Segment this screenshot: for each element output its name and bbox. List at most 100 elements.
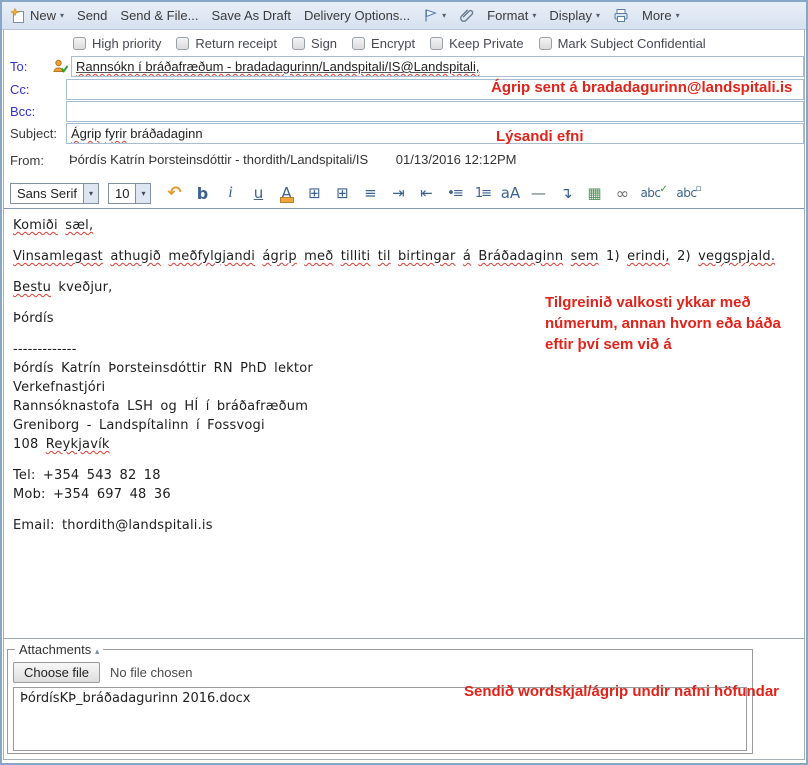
- send-button-label: Send: [77, 8, 107, 23]
- body-line: [13, 454, 795, 466]
- bcc-row: Bcc:: [4, 101, 804, 123]
- body-line: Greniborg - Landspítalinn í Fossvogi: [13, 416, 795, 435]
- more-menu-label: More: [642, 8, 672, 23]
- subject-row: Subject: Ágrip fyrir bráðadaginn: [4, 123, 804, 145]
- from-value: Þórdís Katrín Þorsteinsdóttir - thordith…: [69, 152, 368, 167]
- chevron-down-icon[interactable]: ▾: [442, 11, 446, 20]
- option-sign[interactable]: Sign: [292, 36, 337, 51]
- delivery-options-row: High priority Return receipt Sign Encryp…: [4, 30, 804, 56]
- option-mark-subject-confidential[interactable]: Mark Subject Confidential: [539, 36, 706, 51]
- cc-input[interactable]: [66, 79, 804, 100]
- body-line: Komiði sæl,: [13, 216, 795, 235]
- body-line: 108 Reykjavík: [13, 435, 795, 454]
- font-family-select[interactable]: Sans Serif ▾: [10, 183, 99, 204]
- checkbox-label: Return receipt: [195, 36, 277, 51]
- option-return-receipt[interactable]: Return receipt: [176, 36, 277, 51]
- to-input[interactable]: Rannsókn í bráðafræðum - bradadagurinn/L…: [71, 56, 804, 77]
- bcc-input[interactable]: [66, 101, 804, 122]
- checkbox-label: Mark Subject Confidential: [558, 36, 706, 51]
- more-menu[interactable]: More ▾: [642, 8, 680, 23]
- numbered-list-icon[interactable]: 1≡: [472, 186, 492, 201]
- message-body[interactable]: Komiði sæl,Vinsamlegast athugið meðfylgj…: [4, 209, 804, 639]
- subject-input[interactable]: Ágrip fyrir bráðadaginn: [66, 123, 804, 144]
- align-text-icon[interactable]: ≡: [360, 184, 380, 202]
- attachment-list[interactable]: ÞórdísKÞ_bráðadagurinn 2016.docx: [13, 687, 747, 751]
- insert-table-icon[interactable]: ⊞: [304, 184, 324, 202]
- option-keep-private[interactable]: Keep Private: [430, 36, 523, 51]
- save-as-draft-button[interactable]: Save As Draft: [211, 8, 290, 23]
- body-line: Verkefnastjóri: [13, 378, 795, 397]
- from-row: From: Þórdís Katrín Þorsteinsdóttir - th…: [4, 150, 804, 168]
- checkbox-icon[interactable]: [352, 37, 365, 50]
- attachments-section: Attachments ▴ Choose file No file chosen…: [7, 642, 753, 754]
- spell-check-icon[interactable]: abc: [640, 186, 668, 200]
- italic-icon[interactable]: i: [220, 184, 240, 202]
- new-button-label: New: [30, 8, 56, 23]
- horizontal-rule-icon[interactable]: —: [528, 184, 548, 202]
- cc-row: Cc:: [4, 79, 804, 101]
- display-menu[interactable]: Display ▾: [549, 8, 600, 23]
- to-value: Rannsókn í bráðafræðum - bradadagurinn/L…: [76, 59, 479, 74]
- body-line: Þórdís: [13, 309, 795, 328]
- to-row: To: Rannsókn í bráðafræðum - bradadaguri…: [4, 56, 804, 78]
- option-encrypt[interactable]: Encrypt: [352, 36, 415, 51]
- checkbox-label: Sign: [311, 36, 337, 51]
- chevron-down-icon: ▾: [676, 11, 680, 20]
- format-menu[interactable]: Format ▾: [487, 8, 536, 23]
- save-as-draft-label: Save As Draft: [211, 8, 290, 23]
- send-button[interactable]: Send: [77, 8, 107, 23]
- indent-left-icon[interactable]: ⇤: [416, 184, 436, 202]
- send-and-file-label: Send & File...: [120, 8, 198, 23]
- insert-page-break-icon[interactable]: ↴: [556, 184, 576, 202]
- text-color-icon[interactable]: A: [276, 184, 296, 202]
- body-line: [13, 328, 795, 340]
- font-size-value: 10: [109, 184, 135, 203]
- send-and-file-button[interactable]: Send & File...: [120, 8, 198, 23]
- checkbox-icon[interactable]: [430, 37, 443, 50]
- checkbox-icon[interactable]: [539, 37, 552, 50]
- display-menu-label: Display: [549, 8, 592, 23]
- font-family-value: Sans Serif: [11, 184, 83, 203]
- subject-label: Subject:: [10, 126, 57, 141]
- body-line: -------------: [13, 340, 795, 359]
- chevron-down-icon[interactable]: ▾: [135, 184, 150, 203]
- choose-file-button[interactable]: Choose file: [13, 662, 100, 683]
- new-button[interactable]: New ▾: [10, 8, 64, 24]
- checkbox-icon[interactable]: [176, 37, 189, 50]
- text-size-icon[interactable]: aA: [500, 184, 520, 202]
- chevron-down-icon: ▾: [532, 11, 536, 20]
- format-toolbar: Sans Serif ▾ 10 ▾ ↶ biuA ⊞ ⊞ ≡ ⇥ ⇤ •≡ 1≡ aA — ↴ ▦ ∞ ab…: [4, 178, 804, 209]
- bullet-list-icon[interactable]: •≡: [444, 186, 464, 201]
- attachment-file[interactable]: ÞórdísKÞ_bráðadagurinn 2016.docx: [20, 691, 740, 706]
- chevron-down-icon[interactable]: ▾: [60, 11, 64, 20]
- paperclip-icon: [459, 8, 474, 23]
- bold-icon[interactable]: b: [192, 184, 212, 203]
- checkbox-icon[interactable]: [73, 37, 86, 50]
- delivery-options-label: Delivery Options...: [304, 8, 410, 23]
- flag-icon: [423, 8, 438, 23]
- chevron-down-icon[interactable]: ▾: [83, 184, 98, 203]
- insert-image-icon[interactable]: ▦: [584, 184, 604, 202]
- dictionary-icon[interactable]: abc: [676, 186, 702, 200]
- collapse-arrow-icon[interactable]: ▴: [95, 646, 100, 656]
- undo-icon[interactable]: ↶: [164, 183, 184, 203]
- sent-timestamp: 01/13/2016 12:12PM: [396, 152, 517, 167]
- font-size-select[interactable]: 10 ▾: [108, 183, 151, 204]
- format-icons: ↶ biuA ⊞ ⊞ ≡ ⇥ ⇤ •≡ 1≡ aA — ↴ ▦ ∞ abcabc: [164, 183, 702, 203]
- body-line: Bestu kveðjur,: [13, 278, 795, 297]
- table-properties-icon[interactable]: ⊞: [332, 184, 352, 202]
- option-high-priority[interactable]: High priority: [73, 36, 161, 51]
- mail-compose-window: New ▾ Send Send & File... Save As Draft …: [0, 0, 808, 765]
- to-label: To:: [10, 59, 27, 74]
- file-input-row: Choose file No file chosen: [13, 659, 747, 685]
- insert-link-icon[interactable]: ∞: [612, 184, 632, 203]
- address-book-icon[interactable]: [52, 58, 69, 75]
- delivery-options-button[interactable]: Delivery Options...: [304, 8, 410, 23]
- follow-up-flag-button[interactable]: ▾: [423, 8, 446, 23]
- checkbox-icon[interactable]: [292, 37, 305, 50]
- print-button[interactable]: [613, 8, 629, 23]
- attach-file-button[interactable]: [459, 8, 474, 23]
- underline-icon[interactable]: u: [248, 184, 268, 202]
- checkbox-label: High priority: [92, 36, 161, 51]
- indent-right-icon[interactable]: ⇥: [388, 184, 408, 202]
